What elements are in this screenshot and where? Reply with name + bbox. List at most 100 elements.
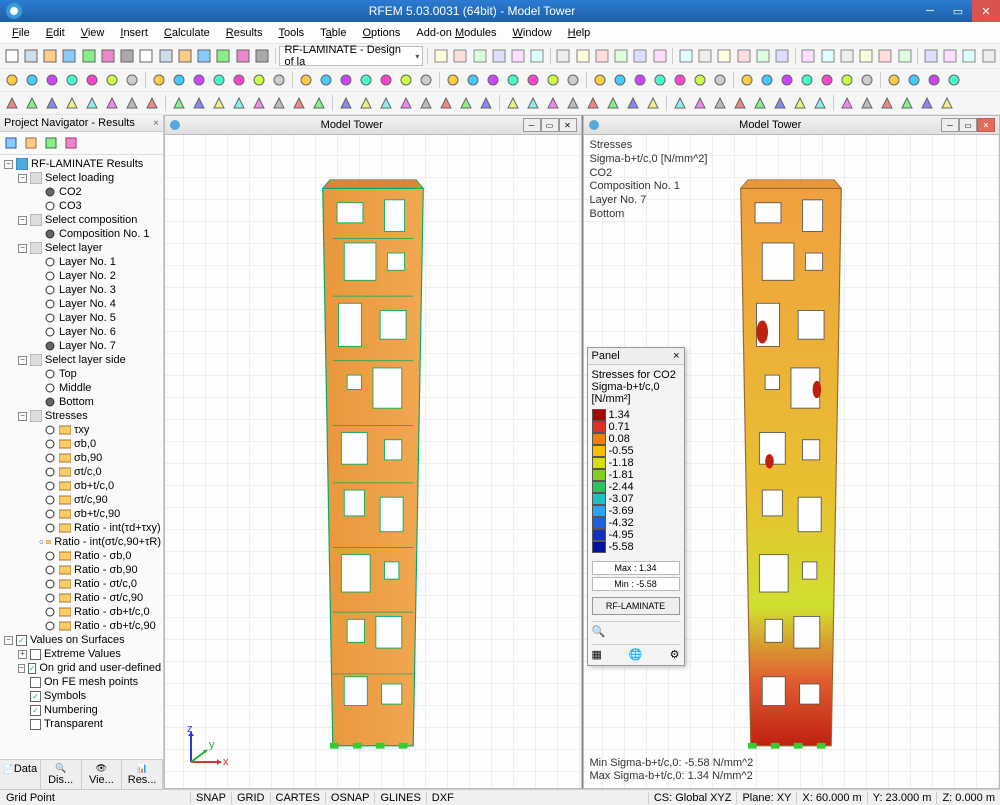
menu-window[interactable]: Window <box>505 25 560 41</box>
tb3-btn-10[interactable] <box>210 94 228 112</box>
navigator-close-icon[interactable]: × <box>153 118 159 129</box>
tree-select-layer-side[interactable]: −Select layer side <box>0 353 163 367</box>
nav-tab-display[interactable]: 🔍Dis... <box>41 760 82 789</box>
tb3-btn-25[interactable] <box>524 94 542 112</box>
tb1-btn-b7[interactable] <box>574 47 591 65</box>
tb3-btn-42[interactable] <box>878 94 896 112</box>
tb3-btn-23[interactable] <box>477 94 495 112</box>
tb3-btn-11[interactable] <box>230 94 248 112</box>
tree-stress-11[interactable]: Ratio - σt/c,0 <box>0 577 163 591</box>
tb3-btn-3[interactable] <box>63 94 81 112</box>
menu-tools[interactable]: Tools <box>270 25 312 41</box>
tb2-btn-35[interactable] <box>738 71 756 89</box>
tb3-btn-34[interactable] <box>711 94 729 112</box>
menu-insert[interactable]: Insert <box>112 25 156 41</box>
tb1-btn-b1[interactable] <box>452 47 469 65</box>
tb2-btn-13[interactable] <box>270 71 288 89</box>
tree-vos-5[interactable]: Transparent <box>0 717 163 731</box>
tb1-btn-b13[interactable] <box>697 47 714 65</box>
tb1-btn-b2[interactable] <box>471 47 488 65</box>
tb3-btn-14[interactable] <box>290 94 308 112</box>
tb1-btn-2[interactable] <box>42 47 59 65</box>
tb3-btn-31[interactable] <box>644 94 662 112</box>
tb3-btn-15[interactable] <box>310 94 328 112</box>
tb1-btn-b3[interactable] <box>490 47 507 65</box>
tb3-btn-18[interactable] <box>377 94 395 112</box>
tree-stresses[interactable]: −Stresses <box>0 409 163 423</box>
tb1-btn-5[interactable] <box>99 47 116 65</box>
panel-tab-3[interactable]: ⚙ <box>670 648 680 661</box>
tree-vos-3[interactable]: ✓Symbols <box>0 689 163 703</box>
status-osnap[interactable]: OSNAP <box>325 792 375 804</box>
tb3-btn-19[interactable] <box>397 94 415 112</box>
tb3-btn-27[interactable] <box>564 94 582 112</box>
tree-co3[interactable]: CO3 <box>0 199 163 213</box>
tb1-btn-b9[interactable] <box>613 47 630 65</box>
nav-tb-1[interactable] <box>2 134 20 152</box>
tb1-btn-b24[interactable] <box>922 47 939 65</box>
tree-comp1[interactable]: Composition No. 1 <box>0 227 163 241</box>
menu-table[interactable]: Table <box>312 25 354 41</box>
tb2-btn-19[interactable] <box>397 71 415 89</box>
tb2-btn-26[interactable] <box>544 71 562 89</box>
tree-side-bottom[interactable]: Bottom <box>0 395 163 409</box>
tb2-btn-23[interactable] <box>484 71 502 89</box>
tree-stress-6[interactable]: σb+t/c,90 <box>0 507 163 521</box>
tb2-btn-33[interactable] <box>691 71 709 89</box>
status-cartes[interactable]: CARTES <box>270 792 325 804</box>
tb1-btn-3[interactable] <box>61 47 78 65</box>
tb3-btn-12[interactable] <box>250 94 268 112</box>
tb1-btn-b17[interactable] <box>774 47 791 65</box>
tb3-btn-28[interactable] <box>584 94 602 112</box>
tb1-btn-12[interactable] <box>234 47 251 65</box>
tb1-btn-13[interactable] <box>253 47 270 65</box>
tb3-btn-38[interactable] <box>791 94 809 112</box>
tree-layer-3[interactable]: Layer No. 3 <box>0 283 163 297</box>
tb3-btn-17[interactable] <box>357 94 375 112</box>
tb3-btn-37[interactable] <box>771 94 789 112</box>
tree-stress-2[interactable]: σb,90 <box>0 451 163 465</box>
tb3-btn-22[interactable] <box>457 94 475 112</box>
tree-stress-10[interactable]: Ratio - σb,90 <box>0 563 163 577</box>
tb1-btn-b0[interactable] <box>432 47 449 65</box>
tree-vos-2[interactable]: On FE mesh points <box>0 675 163 689</box>
tb1-btn-11[interactable] <box>215 47 232 65</box>
menu-edit[interactable]: Edit <box>38 25 73 41</box>
tb2-btn-11[interactable] <box>230 71 248 89</box>
tree-side-top[interactable]: Top <box>0 367 163 381</box>
tb2-btn-34[interactable] <box>711 71 729 89</box>
tb1-btn-b14[interactable] <box>716 47 733 65</box>
tb3-btn-4[interactable] <box>83 94 101 112</box>
tb3-btn-29[interactable] <box>604 94 622 112</box>
tb3-btn-2[interactable] <box>43 94 61 112</box>
tb2-btn-32[interactable] <box>671 71 689 89</box>
tb1-btn-b26[interactable] <box>961 47 978 65</box>
tb2-btn-36[interactable] <box>758 71 776 89</box>
menu-calculate[interactable]: Calculate <box>156 25 218 41</box>
tb2-btn-12[interactable] <box>250 71 268 89</box>
tb3-btn-33[interactable] <box>691 94 709 112</box>
tb2-btn-20[interactable] <box>417 71 435 89</box>
nav-tb-4[interactable] <box>62 134 80 152</box>
tree-vos-4[interactable]: ✓Numbering <box>0 703 163 717</box>
tb1-btn-b19[interactable] <box>819 47 836 65</box>
tb1-btn-b5[interactable] <box>529 47 546 65</box>
tb1-btn-b12[interactable] <box>677 47 694 65</box>
tb2-btn-14[interactable] <box>297 71 315 89</box>
tb3-btn-20[interactable] <box>417 94 435 112</box>
menu-help[interactable]: Help <box>560 25 599 41</box>
vp-right-close[interactable]: ✕ <box>977 118 995 132</box>
tb3-btn-36[interactable] <box>751 94 769 112</box>
tb2-btn-4[interactable] <box>83 71 101 89</box>
vp-left-close[interactable]: ✕ <box>559 118 577 132</box>
close-button[interactable]: ✕ <box>972 0 1000 22</box>
tb1-btn-b6[interactable] <box>555 47 572 65</box>
tb3-btn-0[interactable] <box>3 94 21 112</box>
tree-vos-0[interactable]: +Extreme Values <box>0 647 163 661</box>
tb2-btn-15[interactable] <box>317 71 335 89</box>
tb1-btn-b27[interactable] <box>980 47 997 65</box>
status-snap[interactable]: SNAP <box>190 792 231 804</box>
tb2-btn-7[interactable] <box>150 71 168 89</box>
tb3-btn-43[interactable] <box>898 94 916 112</box>
tb3-btn-8[interactable] <box>170 94 188 112</box>
